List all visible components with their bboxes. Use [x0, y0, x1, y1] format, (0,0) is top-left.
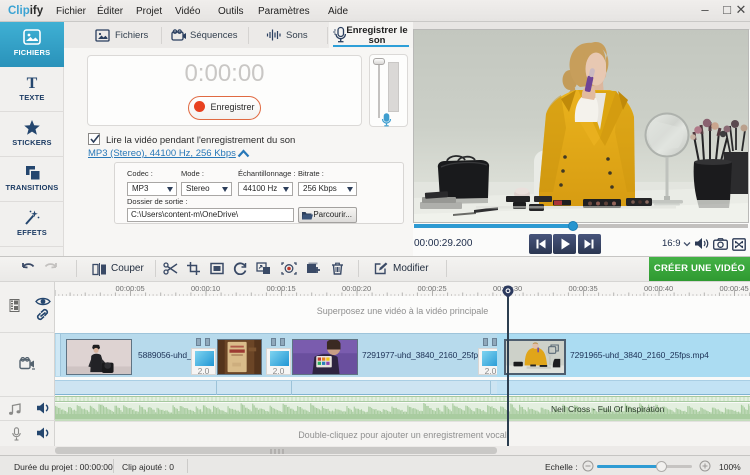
svg-text:T: T — [27, 75, 38, 91]
